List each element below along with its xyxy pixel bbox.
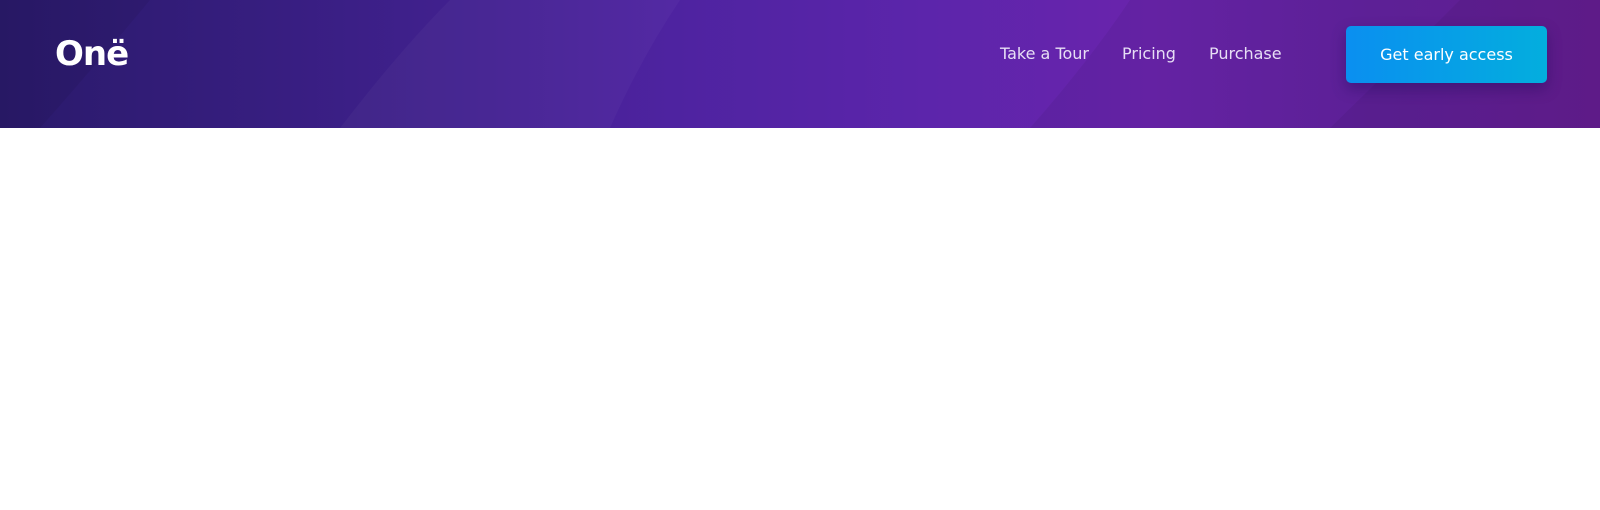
- brand-logo[interactable]: Onë: [55, 34, 129, 74]
- nav-link-pricing[interactable]: Pricing: [1122, 42, 1176, 66]
- site-header: Onë Take a Tour Pricing Purchase Get ear…: [0, 0, 1600, 128]
- get-early-access-button[interactable]: Get early access: [1346, 26, 1547, 83]
- nav-link-take-a-tour[interactable]: Take a Tour: [1000, 42, 1089, 66]
- nav-link-purchase[interactable]: Purchase: [1209, 42, 1282, 66]
- page-content: [0, 128, 1600, 510]
- main-navigation: Take a Tour Pricing Purchase: [1000, 42, 1282, 66]
